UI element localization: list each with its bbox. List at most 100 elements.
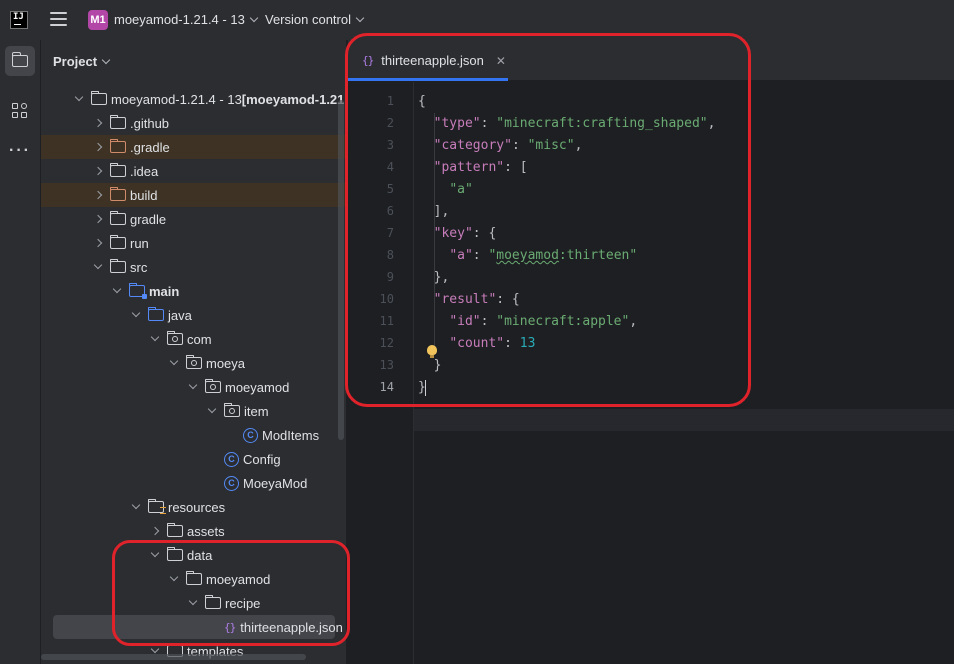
code-line[interactable]: "id": "minecraft:apple", (418, 311, 637, 333)
tree-item-label: .gradle (130, 139, 170, 155)
intellij-logo-icon[interactable]: IJ (10, 11, 28, 29)
chevron-right-icon[interactable] (149, 524, 163, 538)
chevron-down-icon[interactable] (111, 284, 125, 298)
tree-item[interactable]: C MoeyaMod (41, 471, 346, 495)
tree-item[interactable]: moeyamod (41, 567, 346, 591)
code-token: : { (472, 226, 497, 241)
tree-item[interactable]: com (41, 327, 346, 351)
code-token: "a" (449, 248, 473, 263)
code-token: moeyamod (496, 248, 559, 263)
tree-item[interactable]: java (41, 303, 346, 327)
chevron-down-icon[interactable] (187, 596, 201, 610)
folder-icon (90, 91, 107, 105)
tree-item[interactable]: recipe (41, 591, 346, 615)
package-icon (204, 379, 221, 393)
tree-item-module-suffix: [moeyamod-1.21.4_-_13 (241, 91, 347, 107)
class-icon: C (224, 451, 239, 467)
code-line[interactable]: } (418, 377, 427, 399)
tree-item[interactable]: .github (41, 111, 346, 135)
chevron-right-icon[interactable] (92, 164, 106, 178)
package-icon (166, 331, 183, 345)
tree-item[interactable]: C ModItems (41, 423, 346, 447)
tree-item[interactable]: run (41, 231, 346, 255)
code-token: "id" (449, 314, 481, 329)
main-menu-icon[interactable] (50, 12, 67, 27)
chevron-down-icon[interactable] (149, 548, 163, 562)
chevron-down-icon[interactable] (168, 356, 182, 370)
chevron-down-icon[interactable] (206, 404, 220, 418)
tree-item[interactable]: build (41, 183, 346, 207)
tree-item-label: resources (168, 499, 226, 515)
tree-item[interactable]: moeya (41, 351, 346, 375)
tree-item[interactable]: .idea (41, 159, 346, 183)
tree-item[interactable]: data (41, 543, 346, 567)
tree-item[interactable]: item (41, 399, 346, 423)
code-line[interactable]: { (418, 91, 426, 113)
project-badge[interactable]: M1 (88, 10, 108, 30)
more-tools-button[interactable]: ··· (5, 136, 35, 166)
chevron-down-icon[interactable] (130, 308, 144, 322)
code-line[interactable]: "key": { (418, 223, 497, 245)
json-file-icon: {} (224, 620, 236, 634)
chevron-down-icon[interactable] (168, 572, 182, 586)
horizontal-scrollbar[interactable] (41, 654, 306, 660)
code-token: "pattern" (433, 160, 505, 175)
chevron-down-icon[interactable] (149, 332, 163, 346)
code-token: "minecraft:apple" (496, 314, 630, 329)
code-line[interactable]: } (418, 355, 442, 377)
chevron-right-icon[interactable] (92, 140, 106, 154)
code-line[interactable]: "a": "moeyamod:thirteen" (418, 245, 637, 267)
code-token: :thirteen" (558, 248, 638, 263)
folder-icon (109, 115, 126, 129)
tree-item[interactable]: moeyamod-1.21.4 - 13 [moeyamod-1.21.4_-_… (41, 87, 347, 111)
tab-label: thirteenapple.json (381, 53, 484, 68)
structure-tool-button[interactable] (5, 96, 35, 126)
chevron-right-icon[interactable] (92, 188, 106, 202)
folder-icon (128, 283, 147, 299)
version-control-menu[interactable]: Version control (265, 12, 365, 27)
tree-item[interactable]: src (41, 255, 346, 279)
code-token: : (472, 248, 489, 263)
project-selector[interactable]: moeyamod-1.21.4 - 13 (114, 12, 259, 27)
chevron-right-icon[interactable] (92, 236, 106, 250)
tree-item[interactable]: .gradle (41, 135, 346, 159)
tree-item[interactable]: main (41, 279, 346, 303)
chevron-down-icon[interactable] (187, 380, 201, 394)
code-line[interactable]: "category": "misc", (418, 135, 583, 157)
tab-thirteenapple-json[interactable]: {} thirteenapple.json ✕ (348, 40, 508, 81)
line-number: 3 (386, 138, 394, 152)
tree-item[interactable]: C Config (41, 447, 346, 471)
code-token: "result" (433, 292, 497, 307)
folder-icon (204, 595, 221, 609)
line-number: 12 (379, 336, 394, 350)
folder-icon (166, 547, 183, 561)
code-line[interactable]: "a" (418, 179, 472, 201)
chevron-right-icon[interactable] (92, 116, 106, 130)
tree-item-label: .idea (130, 163, 159, 179)
lightbulb-icon[interactable] (427, 345, 437, 358)
code-token: "misc" (527, 138, 575, 153)
tree-item[interactable]: moeyamod (41, 375, 346, 399)
code-token: , (574, 138, 583, 153)
tree-item[interactable]: resources (41, 495, 346, 519)
code-token: "type" (433, 116, 481, 131)
chevron-down-icon[interactable] (92, 260, 106, 274)
close-icon[interactable]: ✕ (496, 54, 506, 68)
code-line[interactable]: "type": "minecraft:crafting_shaped", (418, 113, 716, 135)
line-number: 8 (386, 248, 394, 262)
vertical-scrollbar[interactable] (338, 100, 344, 440)
code-token: "count" (449, 336, 505, 351)
folder-icon (109, 235, 126, 249)
tree-item-label: moeyamod (206, 571, 271, 587)
chevron-right-icon[interactable] (92, 212, 106, 226)
chevron-down-icon[interactable] (73, 92, 87, 106)
tree-item[interactable]: {} thirteenapple.json (53, 615, 343, 639)
project-panel-header[interactable]: Project (53, 54, 111, 69)
tree-item[interactable]: gradle (41, 207, 346, 231)
tree-item[interactable]: assets (41, 519, 346, 543)
code-token: { (418, 94, 426, 109)
chevron-down-icon[interactable] (130, 500, 144, 514)
project-tool-button[interactable] (5, 46, 35, 76)
